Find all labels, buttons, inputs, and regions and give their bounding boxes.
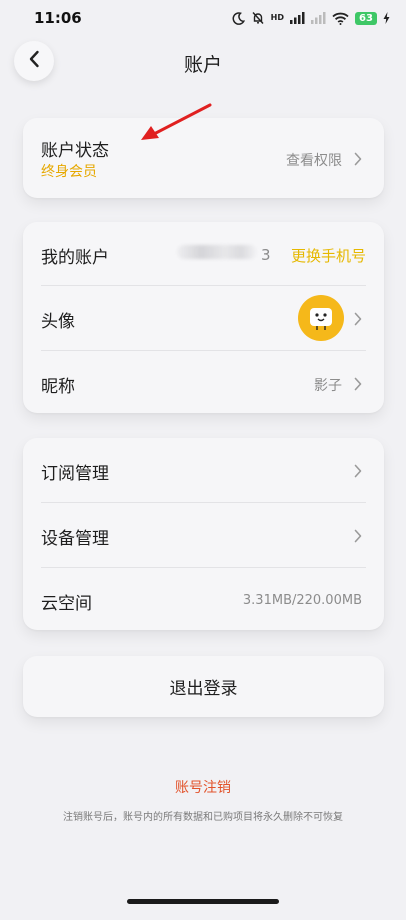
- status-icons: HD 63: [232, 9, 390, 27]
- nickname-row[interactable]: 昵称 影子: [23, 351, 384, 413]
- nickname-label: 昵称: [41, 377, 75, 397]
- subscription-management-row[interactable]: 订阅管理: [23, 438, 384, 502]
- signal-weak-icon: [311, 12, 326, 24]
- my-account-row: 我的账户 3 更换手机号: [23, 222, 384, 285]
- battery-icon: 63: [355, 11, 377, 25]
- logout-button[interactable]: 退出登录: [23, 656, 384, 717]
- chevron-right-icon: [354, 311, 362, 330]
- avatar: [298, 295, 344, 341]
- logout-label: 退出登录: [169, 679, 238, 699]
- view-privileges-link[interactable]: 查看权限: [286, 150, 342, 170]
- my-account-label: 我的账户: [41, 248, 109, 268]
- network-hd-label: HD: [270, 13, 284, 22]
- cloud-space-row[interactable]: 云空间 3.31MB/220.00MB: [23, 568, 384, 630]
- subscription-label: 订阅管理: [41, 464, 109, 484]
- avatar-label: 头像: [41, 312, 75, 332]
- status-bar: 11:06 HD 63: [0, 0, 406, 36]
- chevron-right-icon: [354, 376, 362, 395]
- signal-icon: [290, 12, 305, 24]
- phone-last-digit: 3: [261, 246, 271, 264]
- avatar-row[interactable]: 头像: [23, 286, 384, 350]
- masked-phone-number: [177, 245, 257, 259]
- home-indicator: [127, 899, 279, 904]
- account-page: 11:06 HD 63 账户 账户状态 终身会员 查看权限 我的账户 3 更换手…: [0, 0, 406, 920]
- membership-label: 账户状态: [41, 141, 109, 161]
- chevron-right-icon: [354, 528, 362, 547]
- status-time: 11:06: [34, 9, 82, 27]
- page-title: 账户: [183, 54, 222, 76]
- wifi-icon: [332, 12, 349, 25]
- nickname-value: 影子: [314, 378, 342, 394]
- cloud-usage: 3.31MB/220.00MB: [242, 593, 362, 608]
- account-info-card: 我的账户 3 更换手机号 头像 昵称 影子: [23, 222, 384, 413]
- device-label: 设备管理: [41, 529, 109, 549]
- chevron-right-icon: [354, 463, 362, 482]
- charging-icon: [383, 12, 390, 24]
- delete-account-note: 注销账号后，账号内的所有数据和已购项目将永久删除不可恢复: [63, 812, 343, 823]
- annotation-arrow-icon: [138, 102, 214, 148]
- delete-account-button[interactable]: 账号注销: [0, 777, 406, 797]
- bell-muted-icon: [251, 11, 265, 25]
- moon-icon: [232, 11, 245, 25]
- cloud-label: 云空间: [41, 594, 92, 614]
- membership-status: 终身会员: [41, 164, 97, 180]
- chevron-right-icon: [354, 151, 362, 170]
- change-phone-button[interactable]: 更换手机号: [291, 245, 366, 266]
- management-card: 订阅管理 设备管理 云空间 3.31MB/220.00MB: [23, 438, 384, 630]
- device-management-row[interactable]: 设备管理: [23, 503, 384, 567]
